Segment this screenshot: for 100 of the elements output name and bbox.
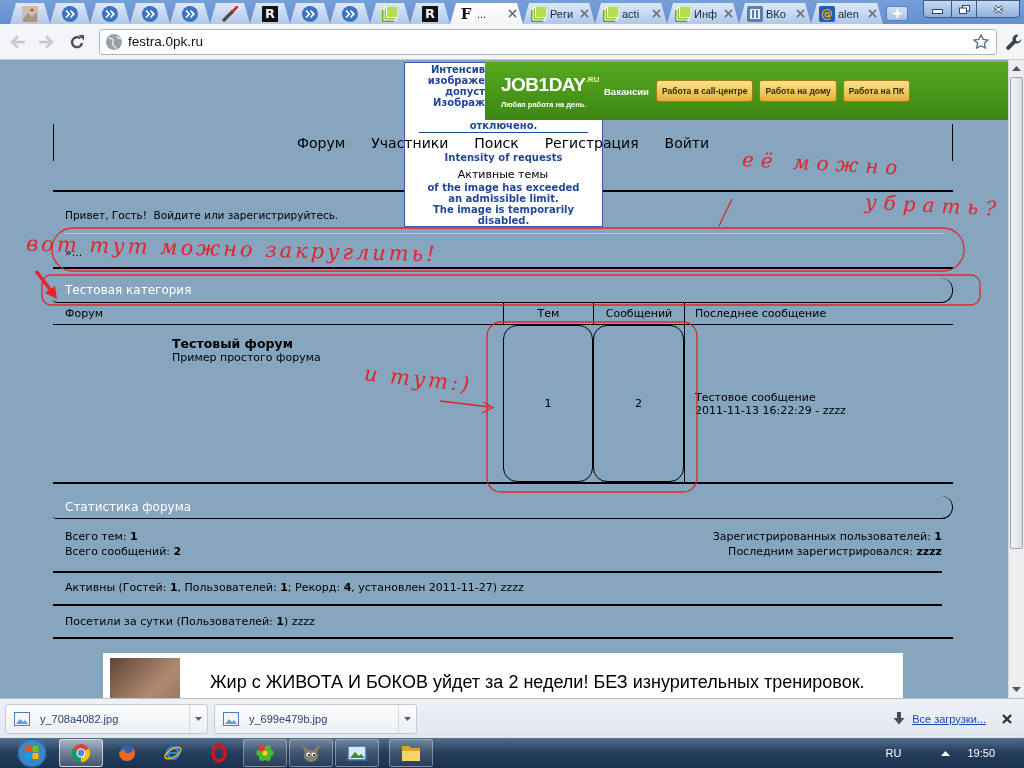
image-icon — [22, 5, 38, 22]
double-chevron-icon — [302, 5, 318, 22]
banner-button[interactable]: Работа на ПК — [842, 80, 911, 102]
forum-title-link[interactable]: Тестовый форум — [172, 336, 293, 351]
online-stats-text: Активны (Гостей: 1, Пользователей: 1; Рекорд: 4, установлен 2011-11-27) zzzz — [65, 581, 524, 594]
address-field[interactable]: festra.0pk.ru — [99, 28, 997, 55]
letter-favicon: R — [422, 5, 438, 22]
browser-tab[interactable]: @ alen — [811, 3, 883, 24]
folder-icon — [401, 743, 421, 763]
notice-line: Изображ — [433, 97, 485, 108]
language-indicator[interactable]: RU — [885, 747, 902, 759]
notice-line: отключено. — [469, 120, 538, 131]
double-chevron-icon — [182, 5, 198, 22]
column-header: Форум — [64, 306, 104, 322]
close-icon — [992, 4, 1004, 14]
browser-tab[interactable]: F ... — [450, 3, 523, 24]
banner-button[interactable]: Работа в call-центре — [655, 80, 754, 102]
square-bars-icon — [747, 5, 763, 22]
taskbar-button[interactable] — [289, 739, 333, 767]
notice-line: Intensity of requests — [444, 152, 563, 163]
nav-link[interactable]: Форум — [296, 134, 346, 151]
restore-icon — [958, 4, 970, 14]
browser-tab[interactable]: R — [250, 3, 290, 24]
wrench-icon[interactable] — [1006, 33, 1022, 50]
animal-head-icon — [301, 743, 321, 763]
stacked-squares-icon — [531, 5, 547, 22]
flower-icon — [255, 743, 275, 763]
banner-label[interactable]: Вакансии — [604, 85, 649, 97]
taskbar-button[interactable] — [59, 739, 103, 767]
nav-link[interactable]: Войти — [664, 134, 710, 151]
notice-line: допуст — [444, 86, 485, 97]
taskbar-button[interactable] — [335, 739, 379, 767]
column-header: Тем — [503, 303, 593, 324]
marker-icon — [222, 5, 238, 22]
caret-icon[interactable] — [404, 716, 411, 721]
notice-line: disabled. — [477, 215, 530, 226]
ad-text[interactable]: Жир с ЖИВОТА И БОКОВ уйдет за 2 недели! БЕЗ изнурительных тренировок. — [210, 672, 865, 692]
notice-line: an admissible limit. — [448, 193, 559, 204]
browser-tab[interactable] — [90, 3, 130, 24]
browser-tab[interactable]: ВКо — [739, 3, 811, 24]
ring-icon — [209, 743, 229, 763]
scrollbar-track[interactable] — [1008, 60, 1024, 698]
browser-tab[interactable] — [50, 3, 90, 24]
plus-icon — [892, 9, 902, 18]
scrollbar-thumb[interactable] — [1010, 77, 1023, 549]
new-tab-button[interactable] — [886, 6, 908, 21]
close-icon[interactable] — [1002, 713, 1012, 724]
taskbar-button[interactable] — [389, 739, 433, 767]
image-file-icon — [223, 711, 239, 726]
taskbar-button[interactable] — [243, 739, 287, 767]
last-post-link[interactable]: Тестовое сообщение — [695, 390, 816, 404]
browser-tab[interactable] — [370, 3, 410, 24]
handwritten-note: её можно убрать? — [740, 146, 1003, 223]
notice-line: Интенсив — [430, 64, 485, 75]
browser-tab[interactable] — [170, 3, 210, 24]
stacked-squares-icon — [382, 5, 398, 22]
double-chevron-icon — [62, 5, 78, 22]
browser-tab[interactable] — [130, 3, 170, 24]
active-topics-link[interactable]: Активные темы — [457, 168, 549, 181]
browser-tab[interactable]: Реги — [523, 3, 595, 24]
letter-favicon: @ — [819, 5, 835, 22]
browser-tab[interactable]: R — [410, 3, 450, 24]
globe-icon — [117, 743, 137, 763]
close-button[interactable] — [977, 0, 1020, 18]
close-icon[interactable] — [508, 9, 517, 18]
start-orb-icon[interactable] — [17, 738, 47, 768]
orbit-icon — [163, 743, 183, 763]
double-chevron-icon — [142, 5, 158, 22]
double-chevron-icon — [102, 5, 118, 22]
banner-button[interactable]: Работа на дому — [759, 80, 837, 102]
minimize-button[interactable] — [923, 0, 952, 18]
scroll-up-icon[interactable] — [1012, 66, 1021, 71]
tricolor-circle-icon — [71, 743, 91, 763]
download-item[interactable]: y_708a4082.jpg — [5, 703, 208, 734]
scroll-down-icon[interactable] — [1012, 687, 1021, 692]
image-file-icon — [14, 711, 30, 726]
browser-tab[interactable]: acti — [595, 3, 667, 24]
annotation-arrow — [34, 269, 57, 299]
nav-link[interactable]: Поиск — [474, 134, 519, 151]
browser-tab[interactable]: Инф — [667, 3, 739, 24]
reload-icon[interactable] — [69, 33, 85, 50]
all-downloads-link[interactable]: Все загрузки... — [912, 712, 986, 725]
browser-tab[interactable] — [290, 3, 330, 24]
restore-button[interactable] — [952, 0, 977, 18]
pen-stroke — [718, 198, 733, 227]
stats-text: Зарегистрированных пользователей: 1 — [712, 529, 942, 544]
category-title: Тестовая категория — [65, 283, 192, 297]
up-arrow-icon[interactable] — [941, 750, 951, 756]
download-item[interactable]: y_699e479b.jpg — [214, 703, 417, 734]
forum-description: Пример простого форума — [172, 351, 321, 365]
stats-text: Всего сообщений: 2 — [65, 544, 182, 559]
browser-tab[interactable] — [210, 3, 250, 24]
stats-title: Статистика форума — [65, 500, 192, 514]
annotation-arrow — [439, 400, 495, 414]
letter-favicon: F — [458, 5, 474, 22]
visited-stats-text: Посетили за сутки (Пользователей: 1) zzzz — [65, 615, 315, 628]
browser-tab[interactable] — [330, 3, 370, 24]
bookmark-star-icon[interactable] — [973, 33, 989, 50]
caret-icon[interactable] — [195, 716, 202, 721]
clock-text: 19:50 — [967, 747, 995, 759]
